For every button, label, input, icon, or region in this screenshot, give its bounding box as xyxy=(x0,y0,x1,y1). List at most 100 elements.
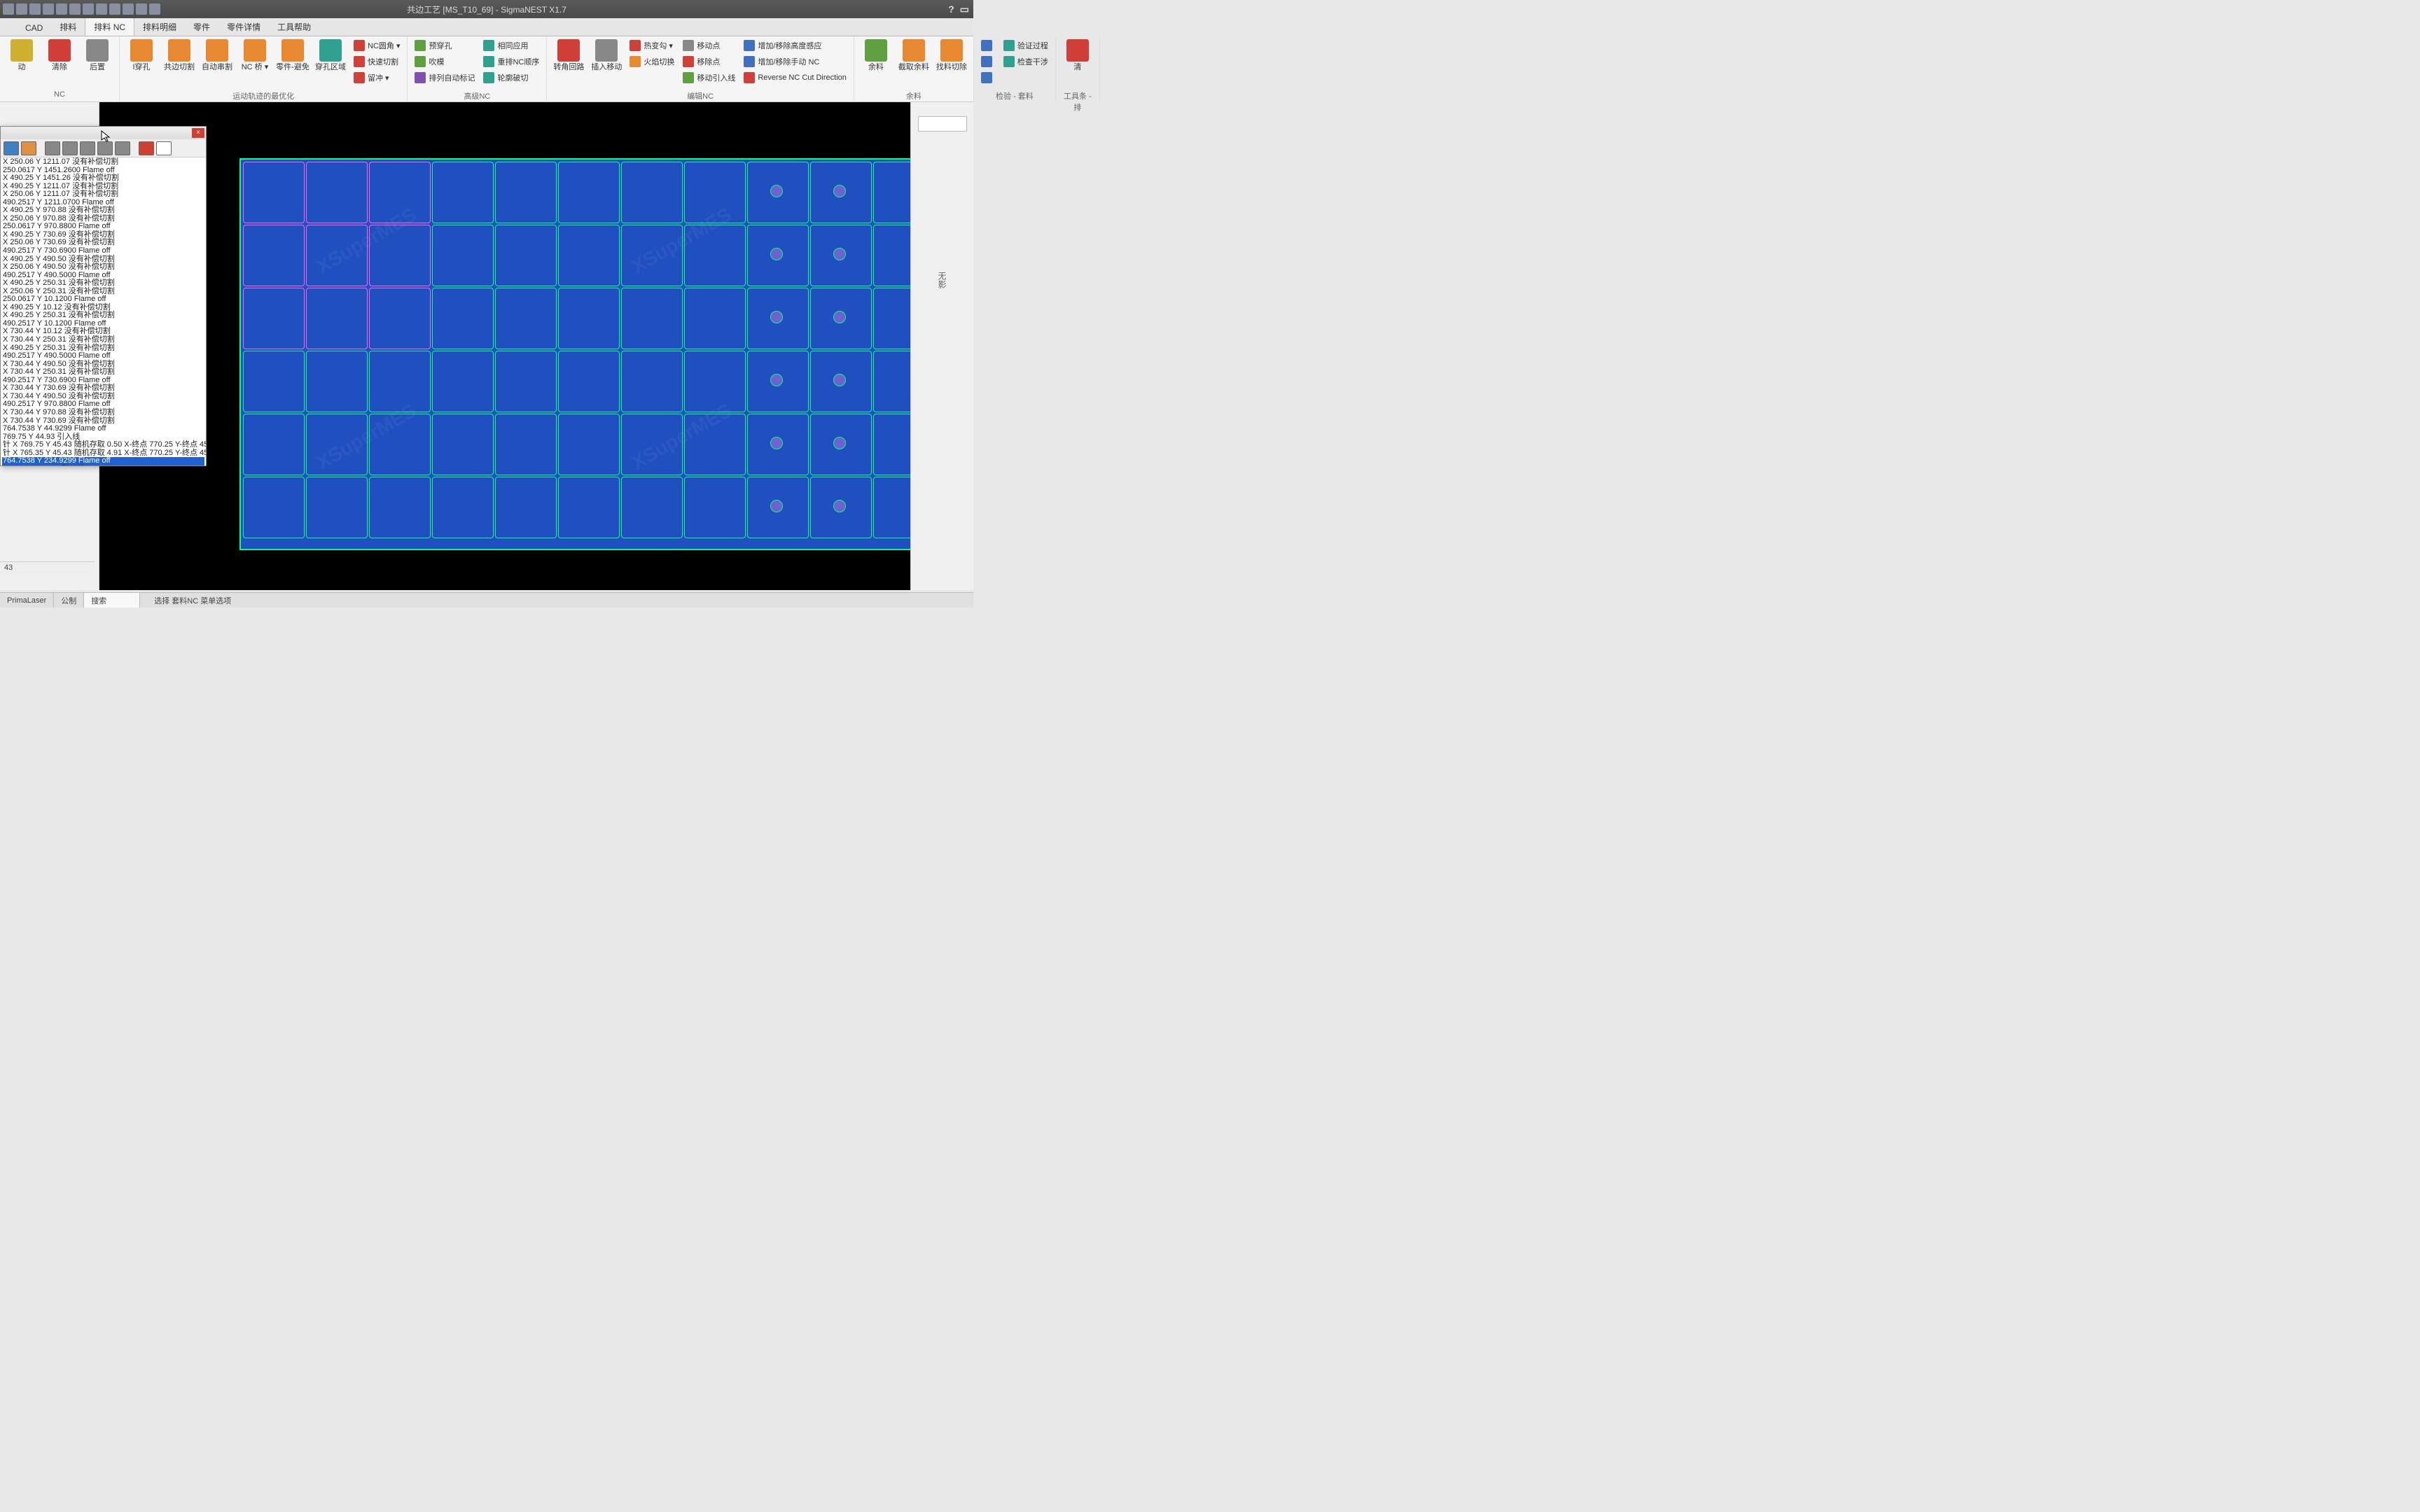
qat-btn[interactable] xyxy=(29,4,41,15)
ribbon-button-small[interactable] xyxy=(627,70,677,85)
nested-part[interactable] xyxy=(243,477,305,538)
ribbon-button[interactable]: 截取余料 xyxy=(896,38,931,90)
qat-btn[interactable] xyxy=(56,4,67,15)
nc-code-list[interactable]: X 250.06 Y 1211.07 没有补偿切割250.0617 Y 1451… xyxy=(1,158,206,465)
qat-btn[interactable] xyxy=(83,4,94,15)
nested-part[interactable] xyxy=(243,351,305,412)
ribbon-button-small[interactable]: 轮廓破切 xyxy=(480,70,542,85)
ribbon-button-small[interactable]: 检查干涉 xyxy=(1001,54,1051,69)
status-machine[interactable]: PrimaLaser xyxy=(0,593,54,608)
ribbon-button-small[interactable]: 吹模 xyxy=(412,54,478,69)
nc-line[interactable]: X 250.06 Y 490.50 没有补偿切割 xyxy=(2,263,204,272)
nc-line[interactable]: X 250.06 Y 1211.07 没有补偿切割 xyxy=(2,158,204,167)
qat-btn[interactable] xyxy=(123,4,134,15)
nested-part[interactable] xyxy=(306,225,368,286)
ribbon-button-small[interactable] xyxy=(978,54,998,69)
nested-part[interactable] xyxy=(432,351,494,412)
nested-part[interactable] xyxy=(495,414,557,475)
ribbon-button[interactable]: 清除 xyxy=(42,38,77,90)
nested-part[interactable] xyxy=(369,162,431,223)
menu-tab[interactable] xyxy=(0,30,17,36)
nest-canvas[interactable]: XSuperMESXSuperMESXSuperMESXSuperMES xyxy=(99,102,910,590)
sim-home-icon[interactable] xyxy=(4,141,19,155)
menu-tab[interactable]: 零件详情 xyxy=(218,18,269,36)
menu-tab[interactable]: 排料 NC xyxy=(85,18,134,36)
ribbon-button-small[interactable]: 增加/移除手动 NC xyxy=(741,54,849,69)
qat-btn[interactable] xyxy=(43,4,54,15)
ribbon-button-small[interactable]: 排列自动标记 xyxy=(412,70,478,85)
ribbon-button-small[interactable]: 热变勾 ▾ xyxy=(627,38,677,53)
sim-prev-icon[interactable] xyxy=(97,141,113,155)
sim-delete-icon[interactable] xyxy=(139,141,154,155)
nested-part[interactable] xyxy=(369,351,431,412)
ribbon-button[interactable]: 自动串割 xyxy=(200,38,235,90)
nested-part[interactable] xyxy=(621,351,683,412)
nc-line[interactable]: X 250.06 Y 1211.07 没有补偿切割 xyxy=(2,190,204,199)
qat-btn[interactable] xyxy=(109,4,120,15)
ribbon-button-small[interactable]: 火焰切换 xyxy=(627,54,677,69)
nested-part[interactable] xyxy=(873,351,910,412)
ribbon-button-small[interactable]: NC圆角 ▾ xyxy=(351,38,403,53)
right-panel-header[interactable] xyxy=(918,116,967,132)
sim-config-icon[interactable] xyxy=(21,141,36,155)
nested-part[interactable] xyxy=(558,225,620,286)
ribbon-button[interactable]: NC 桥 ▾ xyxy=(237,38,272,90)
nested-part[interactable] xyxy=(684,351,746,412)
nested-part[interactable] xyxy=(243,162,305,223)
ribbon-button[interactable]: 共边切割 xyxy=(162,38,197,90)
nested-part[interactable] xyxy=(684,162,746,223)
nested-part[interactable] xyxy=(306,162,368,223)
nested-part[interactable] xyxy=(432,162,494,223)
nested-part[interactable] xyxy=(243,225,305,286)
ribbon-button[interactable]: 找料切除 xyxy=(934,38,969,90)
menu-tab[interactable]: 工具帮助 xyxy=(269,18,319,36)
ribbon-button-small[interactable]: 相同应用 xyxy=(480,38,542,53)
ribbon-button-small[interactable] xyxy=(978,70,998,85)
nc-line[interactable]: 490.2517 Y 730.6900 Flame off xyxy=(2,247,204,255)
nested-part[interactable] xyxy=(558,477,620,538)
qat-btn[interactable] xyxy=(3,4,14,15)
nested-part[interactable] xyxy=(558,288,620,349)
nested-part[interactable] xyxy=(558,162,620,223)
qat-btn[interactable] xyxy=(136,4,147,15)
nested-part[interactable] xyxy=(369,225,431,286)
nested-part[interactable] xyxy=(495,477,557,538)
nested-part[interactable] xyxy=(684,477,746,538)
ribbon-button[interactable]: I穿孔 xyxy=(124,38,159,90)
nested-part[interactable] xyxy=(369,288,431,349)
nested-part[interactable] xyxy=(873,477,910,538)
help-icon[interactable]: ? xyxy=(948,4,954,15)
nested-part[interactable] xyxy=(432,288,494,349)
nested-part[interactable] xyxy=(243,414,305,475)
ribbon-button[interactable]: 零件-避免 xyxy=(275,38,310,90)
nc-line[interactable]: X 730.44 Y 970.88 没有补偿切割 xyxy=(2,409,204,417)
ribbon-button-small[interactable]: 移动点 xyxy=(680,38,738,53)
nc-line[interactable]: 764.7538 Y 44.9299 Flame off xyxy=(2,425,204,433)
nested-part[interactable] xyxy=(873,414,910,475)
nested-part[interactable] xyxy=(306,414,368,475)
nested-part[interactable] xyxy=(873,225,910,286)
nested-part[interactable] xyxy=(621,477,683,538)
nested-part[interactable] xyxy=(621,225,683,286)
ribbon-button[interactable]: 后置 xyxy=(80,38,115,90)
nested-part[interactable] xyxy=(495,162,557,223)
nested-part[interactable] xyxy=(432,414,494,475)
sim-next-icon[interactable] xyxy=(115,141,130,155)
nested-part[interactable] xyxy=(495,351,557,412)
nc-simulation-panel[interactable]: × X 250.06 Y 1211.07 没有补偿切割250.0617 Y 14… xyxy=(0,126,207,466)
ribbon-button-small[interactable]: Reverse NC Cut Direction xyxy=(741,70,849,85)
nc-line[interactable]: 490.2517 Y 490.5000 Flame off xyxy=(2,352,204,360)
close-icon[interactable]: × xyxy=(192,128,204,138)
ribbon-button-small[interactable]: 快速切割 xyxy=(351,54,403,69)
sim-play-icon[interactable] xyxy=(62,141,78,155)
nested-part[interactable] xyxy=(495,288,557,349)
ribbon-button[interactable]: 动 xyxy=(4,38,39,90)
nested-part[interactable] xyxy=(432,225,494,286)
nested-part[interactable] xyxy=(873,288,910,349)
status-units[interactable]: 公制 xyxy=(54,593,84,608)
nested-part[interactable] xyxy=(243,288,305,349)
nested-part[interactable] xyxy=(621,288,683,349)
sim-check-icon[interactable] xyxy=(156,141,172,155)
nested-part[interactable] xyxy=(495,225,557,286)
menu-tab[interactable]: CAD xyxy=(17,20,51,36)
